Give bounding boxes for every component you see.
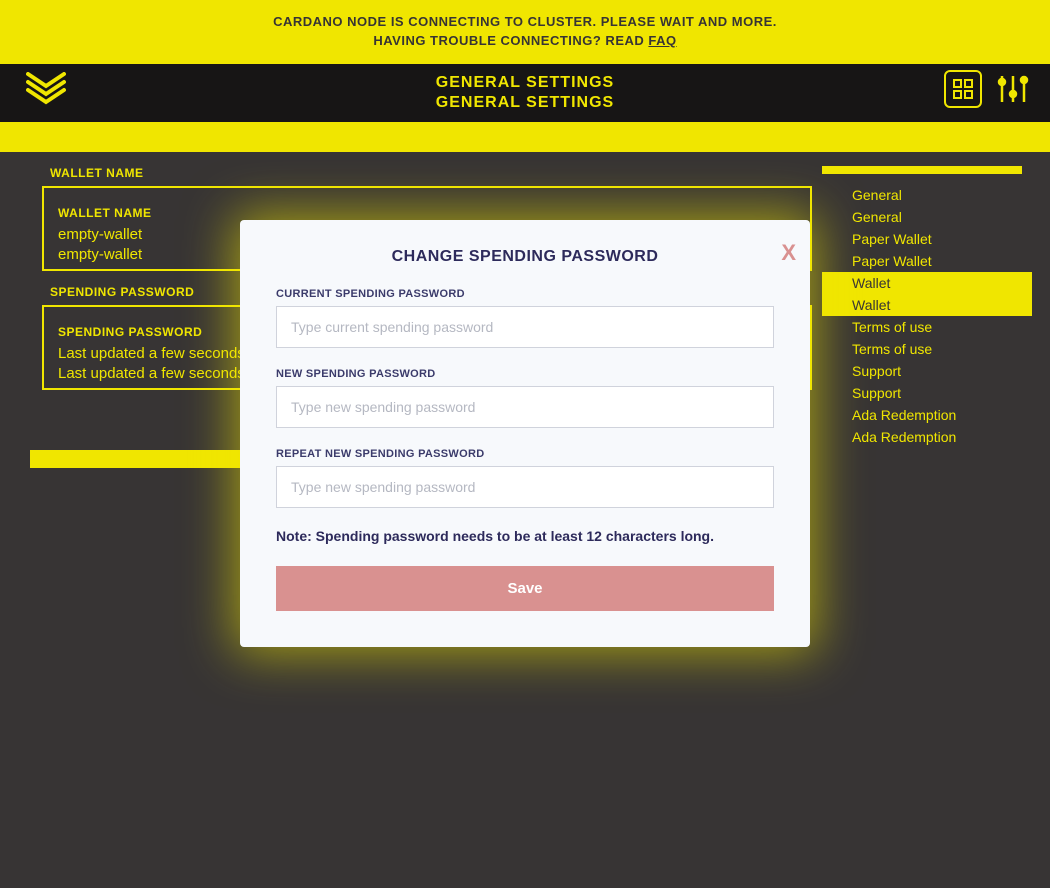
- repeat-password-group: REPEAT NEW SPENDING PASSWORD: [276, 448, 774, 508]
- sidebar-header-strip: [822, 166, 1022, 174]
- alert-prefix: HAVING TROUBLE CONNECTING? READ: [373, 33, 644, 48]
- alert-line1: CARDANO NODE IS CONNECTING TO CLUSTER. P…: [20, 14, 1030, 29]
- chevrons-icon: [26, 72, 66, 102]
- sidebar-item-terms[interactable]: Terms of use: [832, 316, 1032, 338]
- password-note: Note: Spending password needs to be at l…: [276, 528, 774, 544]
- repeat-password-label: REPEAT NEW SPENDING PASSWORD: [276, 448, 774, 460]
- current-password-input[interactable]: [276, 306, 774, 348]
- sidebar-item-ada-redemption[interactable]: Ada Redemption: [832, 404, 1032, 426]
- sliders-icon[interactable]: [994, 70, 1032, 108]
- sidebar-item-wallet-dup[interactable]: Wallet: [822, 294, 1032, 316]
- wallet-name-label-dup: WALLET NAME: [58, 206, 796, 220]
- sidebar-item-terms-dup[interactable]: Terms of use: [832, 338, 1032, 360]
- new-password-group: NEW SPENDING PASSWORD: [276, 368, 774, 428]
- page-title: GENERAL SETTINGS: [0, 74, 1050, 92]
- faq-link[interactable]: FAQ: [648, 33, 676, 48]
- repeat-password-input[interactable]: [276, 466, 774, 508]
- sidebar-item-support[interactable]: Support: [832, 360, 1032, 382]
- sidebar-item-general[interactable]: General: [832, 184, 1032, 206]
- wallet-name-label: WALLET NAME: [50, 166, 812, 180]
- sidebar-item-wallet[interactable]: Wallet: [822, 272, 1032, 294]
- grid-icon[interactable]: [944, 70, 982, 108]
- alert-line2: HAVING TROUBLE CONNECTING? READ FAQ: [20, 33, 1030, 48]
- save-button[interactable]: Save: [276, 566, 774, 611]
- connection-alert: CARDANO NODE IS CONNECTING TO CLUSTER. P…: [0, 0, 1050, 64]
- page-header: GENERAL SETTINGS GENERAL SETTINGS: [0, 64, 1050, 122]
- sidebar-item-general-dup[interactable]: General: [832, 206, 1032, 228]
- close-icon[interactable]: X: [781, 240, 792, 266]
- modal-title: CHANGE SPENDING PASSWORD: [276, 248, 774, 266]
- sidebar-item-ada-redemption-dup[interactable]: Ada Redemption: [832, 426, 1032, 448]
- current-password-label: CURRENT SPENDING PASSWORD: [276, 288, 774, 300]
- header-substrip: [0, 122, 1050, 152]
- sidebar-item-paper-wallet[interactable]: Paper Wallet: [832, 228, 1032, 250]
- new-password-input[interactable]: [276, 386, 774, 428]
- new-password-label: NEW SPENDING PASSWORD: [276, 368, 774, 380]
- sidebar-item-paper-wallet-dup[interactable]: Paper Wallet: [832, 250, 1032, 272]
- settings-sidebar: General General Paper Wallet Paper Walle…: [832, 152, 1032, 448]
- wallet-name-value-dup: empty-wallet: [58, 246, 142, 263]
- page-title-dup: GENERAL SETTINGS: [0, 94, 1050, 112]
- change-password-modal: CHANGE SPENDING PASSWORD X CURRENT SPEND…: [240, 220, 810, 647]
- header-icons: [944, 70, 1032, 108]
- sidebar-item-support-dup[interactable]: Support: [832, 382, 1032, 404]
- current-password-group: CURRENT SPENDING PASSWORD: [276, 288, 774, 348]
